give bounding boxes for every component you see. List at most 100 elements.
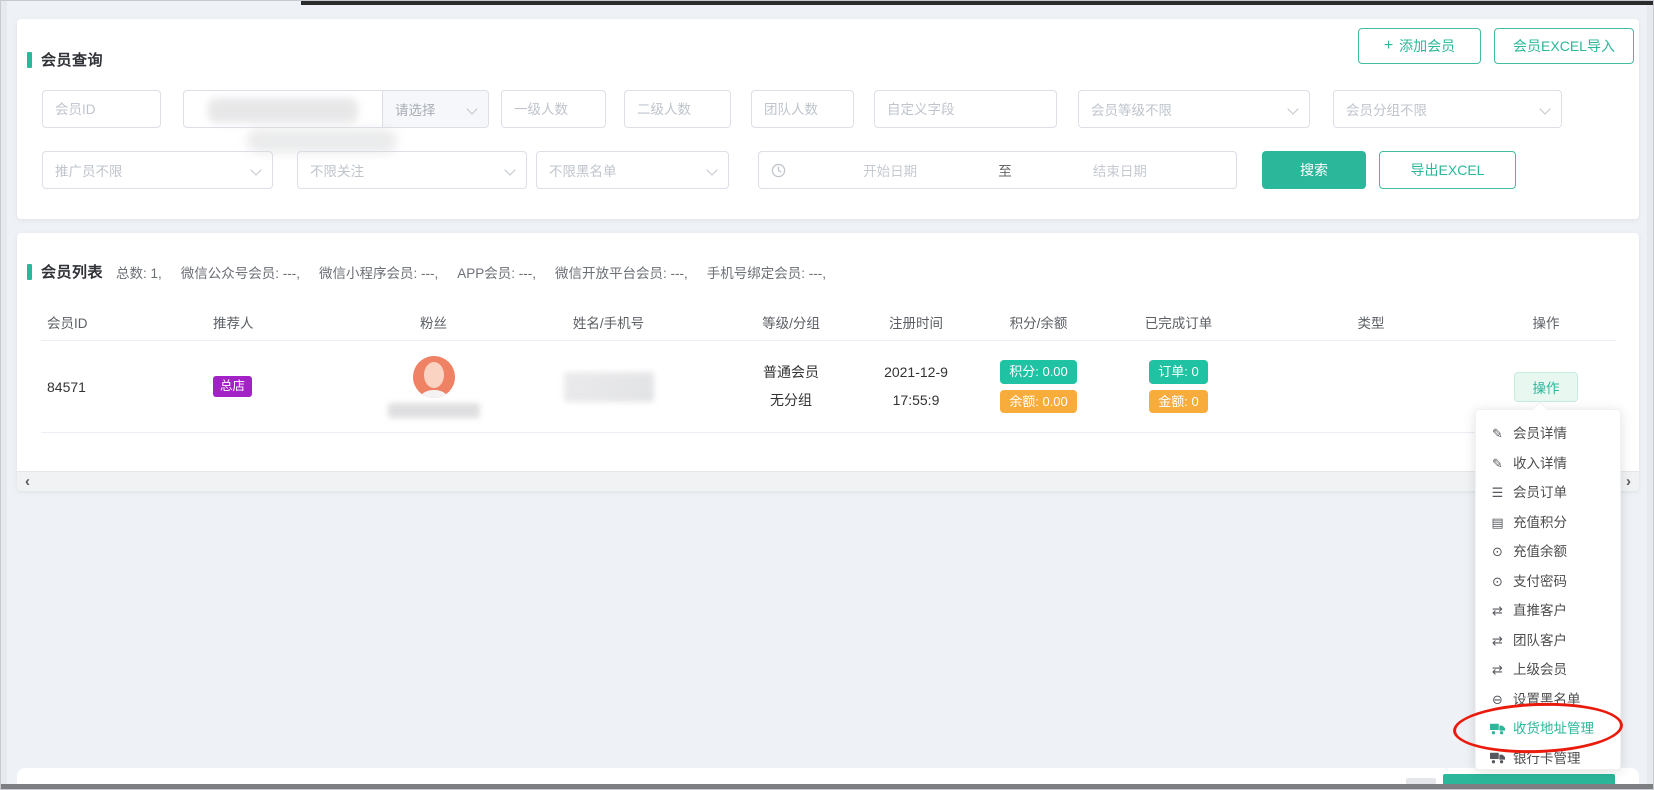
menu-item-label: 充值积分 (1513, 508, 1567, 538)
search-type-value: 请选择 (395, 99, 436, 119)
stat-phone-bound: 手机号绑定会员: ---, (707, 262, 826, 282)
date-range-picker[interactable]: 开始日期 至 结束日期 (758, 151, 1237, 189)
cell-points-balance: 积分: 0.00 余额: 0.00 (986, 360, 1091, 413)
scroll-left-icon[interactable]: ‹ (25, 472, 30, 491)
col-reg-time: 注册时间 (846, 312, 986, 332)
window-bottom-bar (1, 784, 1653, 789)
query-title-row: 会员查询 (27, 49, 103, 70)
col-points-balance: 积分/余额 (986, 312, 1091, 332)
blacklist-select[interactable]: 不限黑名单 (536, 151, 729, 189)
row-action-button[interactable]: 操作 (1514, 372, 1578, 402)
menu-item-label: 会员订单 (1513, 478, 1567, 508)
excel-import-button[interactable]: 会员EXCEL导入 (1494, 28, 1634, 64)
edit-icon: ✎ (1489, 449, 1506, 479)
member-id-input[interactable] (42, 90, 161, 128)
member-group: 无分组 (770, 387, 812, 414)
banknote-icon: ⊙ (1489, 537, 1506, 567)
menu-item-pay-password[interactable]: ⊙ 支付密码 (1476, 567, 1620, 597)
export-excel-button[interactable]: 导出EXCEL (1379, 151, 1516, 189)
truck-icon (1489, 723, 1506, 735)
redacted-nickname (388, 403, 480, 418)
col-fans: 粉丝 (386, 312, 481, 332)
col-actions: 操作 (1476, 312, 1616, 332)
cell-fans (386, 356, 481, 418)
stat-total: 总数: 1, (116, 262, 162, 282)
amount-badge: 金额: 0 (1149, 390, 1207, 414)
search-button[interactable]: 搜索 (1262, 151, 1366, 189)
cell-referrer: 总店 (196, 376, 386, 397)
member-list-panel: 会员列表 总数: 1, 微信公众号会员: ---, 微信小程序会员: ---, … (17, 233, 1639, 491)
redaction-smudge (247, 129, 397, 153)
menu-item-label: 支付密码 (1513, 567, 1567, 597)
follow-value: 不限关注 (310, 160, 364, 180)
col-referrer: 推荐人 (196, 312, 386, 332)
left-gutter (1, 1, 7, 789)
redacted-value (208, 98, 358, 123)
chevron-down-icon (1287, 103, 1298, 114)
avatar-torso (420, 390, 448, 398)
window-top-bar (301, 1, 1653, 5)
menu-item-recharge-points[interactable]: ▤ 充值积分 (1476, 508, 1620, 538)
menu-item-member-orders[interactable]: ☰ 会员订单 (1476, 478, 1620, 508)
list-stats: 总数: 1, 微信公众号会员: ---, 微信小程序会员: ---, APP会员… (116, 262, 826, 282)
cell-name-phone (481, 372, 736, 402)
menu-item-direct-customers[interactable]: ⇄ 直推客户 (1476, 596, 1620, 626)
member-level-value: 会员等级不限 (1091, 99, 1172, 119)
team-count-input[interactable] (751, 90, 854, 128)
menu-item-upline-member[interactable]: ⇄ 上级会员 (1476, 655, 1620, 685)
menu-item-label: 团队客户 (1513, 626, 1567, 656)
col-name-phone: 姓名/手机号 (481, 312, 736, 332)
level2-count-input[interactable] (624, 90, 731, 128)
block-icon: ⊖ (1489, 685, 1506, 715)
menu-item-label: 设置黑名单 (1513, 685, 1581, 715)
app-window: 会员查询 + 添加会员 会员EXCEL导入 请选择 会员等级不限 会员分组不限 (0, 0, 1654, 790)
avatar-head (424, 362, 444, 388)
menu-item-bank-cards[interactable]: 银行卡管理 (1476, 744, 1620, 774)
add-member-button[interactable]: + 添加会员 (1358, 28, 1481, 64)
level1-count-input[interactable] (501, 90, 606, 128)
horizontal-scrollbar[interactable]: ‹ › (17, 471, 1639, 491)
menu-item-label: 银行卡管理 (1513, 744, 1581, 774)
list-title: 会员列表 (41, 261, 103, 282)
menu-item-member-detail[interactable]: ✎ 会员详情 (1476, 419, 1620, 449)
custom-field-input[interactable] (874, 90, 1057, 128)
col-member-id: 会员ID (41, 312, 196, 332)
member-level-select[interactable]: 会员等级不限 (1078, 90, 1310, 128)
stat-wechat-open: 微信开放平台会员: ---, (555, 262, 688, 282)
member-group-select[interactable]: 会员分组不限 (1333, 90, 1562, 128)
end-date-placeholder[interactable]: 结束日期 (1016, 160, 1224, 180)
stat-wechat-mini: 微信小程序会员: ---, (319, 262, 438, 282)
balance-badge: 余额: 0.00 (1000, 390, 1077, 414)
menu-item-label: 直推客户 (1513, 596, 1567, 626)
card-icon: ▤ (1489, 508, 1506, 538)
menu-item-shipping-address[interactable]: 收货地址管理 (1476, 714, 1620, 744)
menu-item-team-customers[interactable]: ⇄ 团队客户 (1476, 626, 1620, 656)
member-query-panel: 会员查询 + 添加会员 会员EXCEL导入 请选择 会员等级不限 会员分组不限 (17, 19, 1639, 219)
menu-item-set-blacklist[interactable]: ⊖ 设置黑名单 (1476, 685, 1620, 715)
col-type: 类型 (1266, 312, 1476, 332)
promoter-select[interactable]: 推广员不限 (42, 151, 273, 189)
cell-reg-time: 2021-12-9 17:55:9 (846, 359, 986, 414)
excel-import-label: 会员EXCEL导入 (1513, 36, 1615, 56)
swap-icon: ⇄ (1489, 626, 1506, 656)
table-header: 会员ID 推荐人 粉丝 姓名/手机号 等级/分组 注册时间 积分/余额 已完成订… (41, 303, 1616, 341)
cell-actions: 操作 (1476, 372, 1616, 402)
menu-item-label: 会员详情 (1513, 419, 1567, 449)
scroll-right-icon[interactable]: › (1626, 472, 1631, 491)
search-type-select[interactable]: 请选择 (382, 90, 489, 128)
redacted-search-input[interactable] (183, 90, 383, 128)
menu-item-label: 收货地址管理 (1513, 714, 1594, 744)
cell-member-id: 84571 (41, 379, 196, 395)
start-date-placeholder[interactable]: 开始日期 (786, 160, 994, 180)
follow-select[interactable]: 不限关注 (297, 151, 527, 189)
chevron-down-icon (466, 103, 477, 114)
menu-item-recharge-balance[interactable]: ⊙ 充值余额 (1476, 537, 1620, 567)
add-member-label: 添加会员 (1399, 36, 1455, 56)
referrer-badge: 总店 (213, 376, 252, 397)
col-completed-orders: 已完成订单 (1091, 312, 1266, 332)
menu-item-income-detail[interactable]: ✎ 收入详情 (1476, 449, 1620, 479)
chevron-down-icon (250, 164, 261, 175)
points-badge: 积分: 0.00 (1000, 360, 1077, 384)
menu-item-label: 收入详情 (1513, 449, 1567, 479)
orders-badge: 订单: 0 (1149, 360, 1207, 384)
